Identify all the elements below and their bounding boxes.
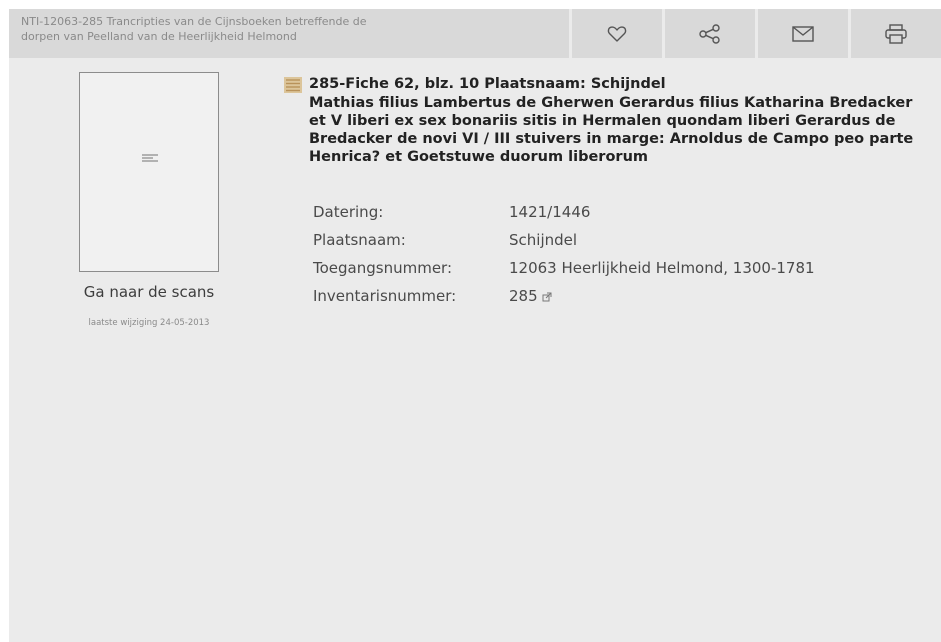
record-description: Mathias filius Lambertus de Gherwen Gera… (309, 94, 941, 166)
description-line-2: et V liberi ex sex bonariis sitis in Her… (309, 113, 896, 129)
description-line-1: Mathias filius Lambertus de Gherwen Gera… (309, 95, 913, 111)
breadcrumb-line-1: NTI-12063-285 Trancripties van de Cijnsb… (21, 15, 367, 28)
share-button[interactable] (665, 9, 755, 58)
record-title: 285-Fiche 62, blz. 10 Plaatsnaam: Schijn… (309, 76, 666, 92)
record-page: NTI-12063-285 Trancripties van de Cijnsb… (9, 9, 941, 642)
external-link-icon[interactable] (542, 292, 552, 302)
last-modified-text: laatste wijziging 24-05-2013 (88, 318, 210, 328)
mail-icon (792, 25, 814, 42)
meta-value: 1421/1446 (509, 203, 591, 221)
description-line-4: Henrica? et Goetstuwe duorum liberorum (309, 149, 649, 165)
breadcrumb-line-2: dorpen van Peelland van de Heerlijkheid … (21, 30, 297, 43)
document-lines-icon (142, 154, 158, 162)
print-button[interactable] (851, 9, 941, 58)
meta-value-group: 285 (509, 287, 552, 305)
email-button[interactable] (758, 9, 848, 58)
action-buttons (569, 9, 941, 58)
favorite-button[interactable] (572, 9, 662, 58)
document-icon (284, 77, 302, 93)
print-icon (885, 23, 907, 44)
go-to-scans-link[interactable]: Ga naar de scans (58, 283, 240, 301)
meta-value: Schijndel (509, 231, 578, 249)
meta-label: Datering: (313, 203, 384, 221)
share-icon (699, 23, 720, 44)
meta-label: Inventarisnummer: (313, 287, 457, 305)
meta-value[interactable]: 12063 Heerlijkheid Helmond, 1300-1781 (509, 259, 815, 277)
scan-thumbnail[interactable] (79, 72, 219, 272)
toolbar: NTI-12063-285 Trancripties van de Cijnsb… (9, 9, 941, 58)
inventory-number-link[interactable]: 285 (509, 287, 538, 305)
breadcrumb[interactable]: NTI-12063-285 Trancripties van de Cijnsb… (9, 9, 569, 58)
description-line-3: Bredacker de novi VI / III stuivers in m… (309, 131, 914, 147)
heart-icon (607, 25, 627, 42)
meta-label: Toegangsnummer: (313, 259, 452, 277)
meta-label: Plaatsnaam: (313, 231, 406, 249)
